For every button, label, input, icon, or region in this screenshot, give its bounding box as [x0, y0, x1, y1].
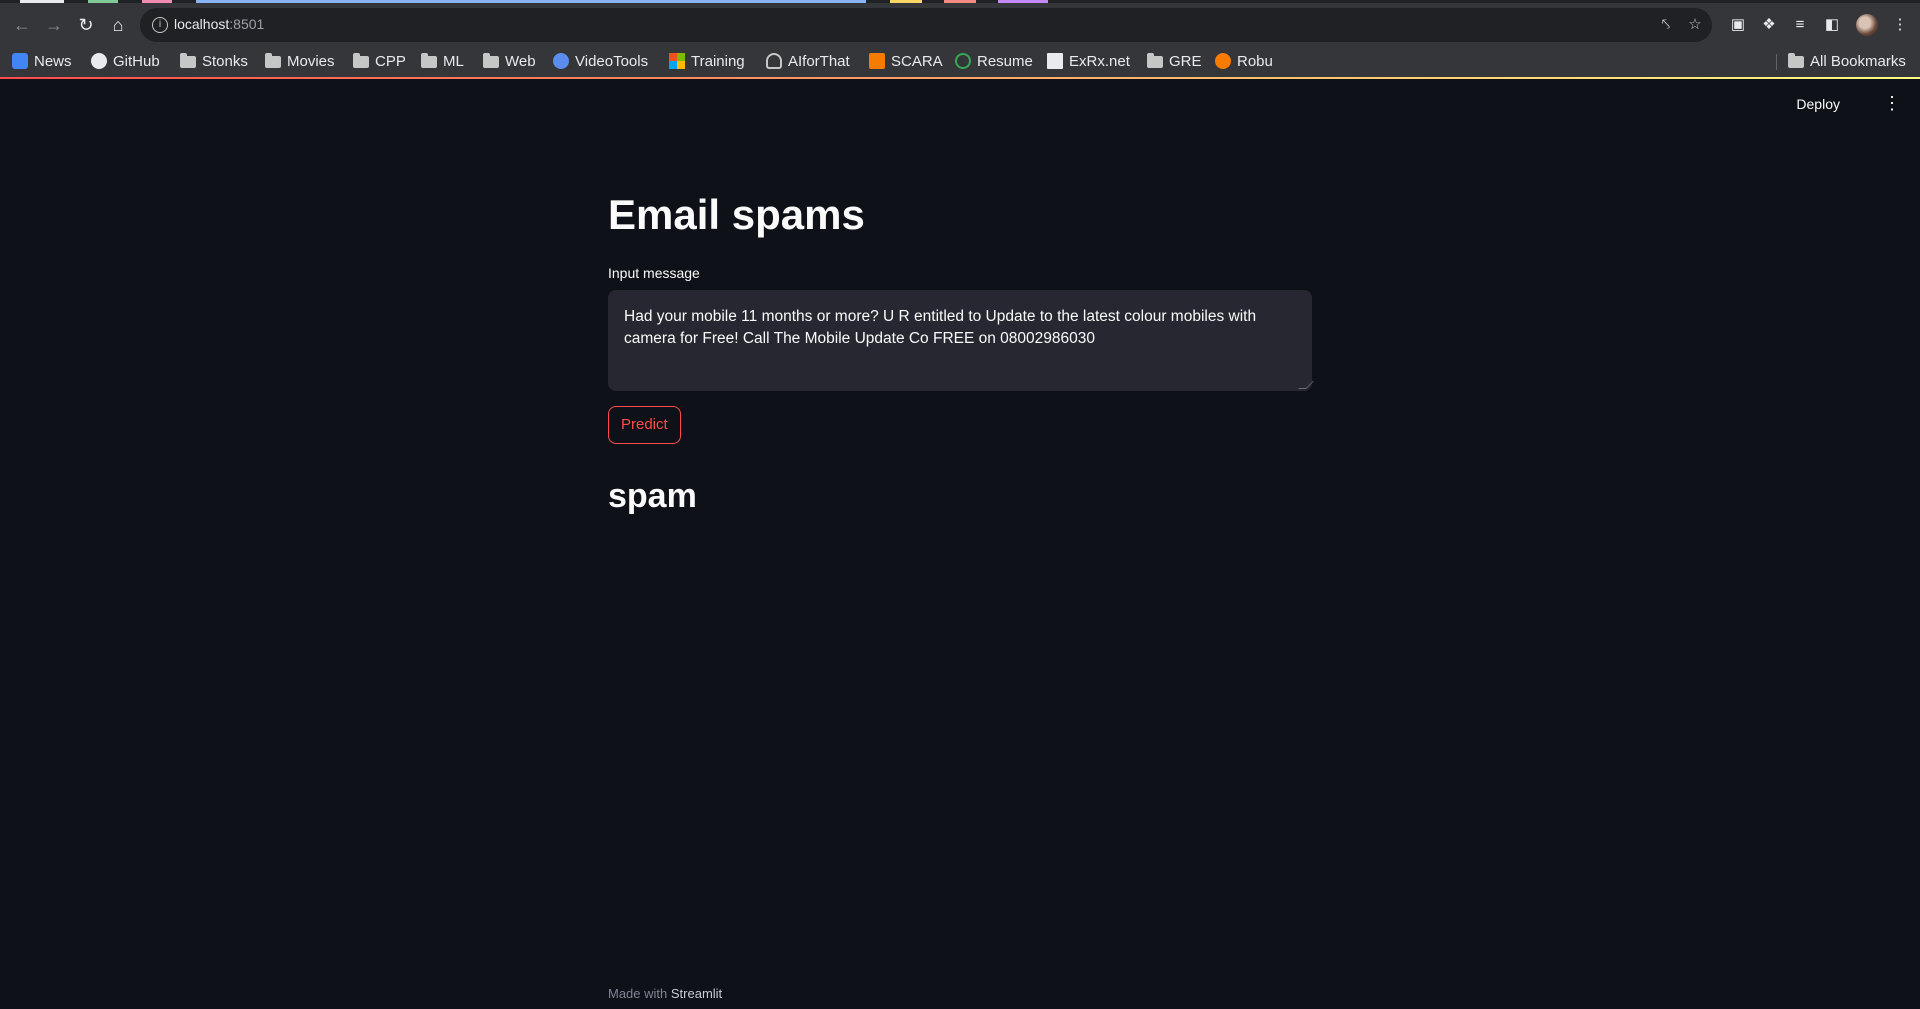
github-icon — [91, 53, 107, 69]
folder-icon — [1788, 53, 1804, 68]
folder-icon — [353, 53, 369, 68]
bookmark-label: GRE — [1169, 52, 1202, 70]
main-menu-icon[interactable]: ⋮ — [1882, 91, 1902, 115]
bookmark-folder-cpp[interactable]: CPP — [353, 50, 406, 72]
bookmarks-bar: News GitHub Stonks Movies CPP ML Web Vid… — [0, 44, 1920, 78]
bookmark-folder-ml[interactable]: ML — [421, 50, 464, 72]
browser-chrome: ← → ↻ ⌂ i localhost:8501 ⤣ ☆ ▣ ❖ ≡ ◧ ⋮ N… — [0, 0, 1920, 78]
bookmark-label: AIforThat — [788, 52, 850, 70]
resume-icon — [955, 53, 971, 69]
url-text[interactable]: localhost:8501 — [174, 16, 264, 32]
folder-icon — [265, 53, 281, 68]
folder-icon — [483, 53, 499, 68]
microsoft-icon — [669, 53, 685, 69]
footer-prefix: Made with — [608, 986, 668, 1001]
side-panel-icon[interactable]: ◧ — [1822, 15, 1842, 35]
streamlit-app: Deploy ⋮ Email spams Input message Had y… — [0, 79, 1920, 1009]
bookmark-label: Web — [505, 52, 536, 70]
all-bookmarks-label: All Bookmarks — [1810, 52, 1906, 70]
bookmark-label: GitHub — [113, 52, 160, 70]
reload-icon[interactable]: ↻ — [72, 11, 100, 39]
bookmark-label: Training — [691, 52, 745, 70]
bookmark-label: CPP — [375, 52, 406, 70]
address-bar[interactable]: i localhost:8501 ⤣ ☆ — [140, 8, 1712, 42]
bookmark-folder-stonks[interactable]: Stonks — [180, 50, 248, 72]
bookmark-videotools[interactable]: VideoTools — [553, 50, 648, 72]
bookmark-training[interactable]: Training — [669, 50, 745, 72]
extensions-icon[interactable]: ❖ — [1759, 15, 1779, 35]
bookmark-label: Movies — [287, 52, 335, 70]
bookmark-label: Robu — [1237, 52, 1273, 70]
back-icon[interactable]: ← — [8, 11, 36, 39]
bookmark-label: News — [34, 52, 72, 70]
profile-avatar[interactable] — [1856, 14, 1878, 36]
message-text[interactable]: Had your mobile 11 months or more? U R e… — [624, 308, 1256, 347]
news-icon — [12, 53, 28, 69]
bookmark-exrx[interactable]: ExRx.net — [1047, 50, 1130, 72]
robu-icon — [1215, 53, 1231, 69]
folder-icon — [1147, 53, 1163, 68]
bookmark-robu[interactable]: Robu — [1215, 50, 1273, 72]
bookmark-label: VideoTools — [575, 52, 649, 70]
bookmarks-divider — [1776, 54, 1777, 70]
home-icon[interactable]: ⌂ — [104, 11, 132, 39]
deploy-button[interactable]: Deploy — [1792, 92, 1844, 116]
bookmark-label: ExRx.net — [1069, 52, 1130, 70]
scara-icon — [869, 53, 885, 69]
all-bookmarks-button[interactable]: All Bookmarks — [1788, 50, 1906, 72]
bookmark-folder-gre[interactable]: GRE — [1147, 50, 1202, 72]
bookmark-label: ML — [443, 52, 464, 70]
bookmark-resume[interactable]: Resume — [955, 50, 1033, 72]
aiforthat-icon — [766, 53, 782, 69]
resize-handle[interactable] — [1298, 381, 1314, 389]
exrx-icon — [1047, 53, 1063, 69]
footer: Made with Streamlit — [608, 986, 722, 1001]
site-info-icon[interactable]: i — [152, 17, 168, 33]
browser-toolbar: ← → ↻ ⌂ i localhost:8501 ⤣ ☆ ▣ ❖ ≡ ◧ ⋮ — [0, 3, 1920, 44]
bookmark-aiforthat[interactable]: AIforThat — [766, 50, 850, 72]
bookmark-label: Stonks — [202, 52, 248, 70]
folder-icon — [421, 53, 437, 68]
reading-list-icon[interactable]: ≡ — [1790, 15, 1810, 35]
bookmark-news[interactable]: News — [12, 50, 72, 72]
videotools-icon — [553, 53, 569, 69]
bookmark-folder-movies[interactable]: Movies — [265, 50, 335, 72]
predict-button[interactable]: Predict — [608, 406, 681, 444]
prediction-result: spam — [608, 477, 697, 515]
forward-icon[interactable]: → — [40, 11, 68, 39]
message-textarea[interactable]: Had your mobile 11 months or more? U R e… — [608, 290, 1314, 391]
bookmark-scara[interactable]: SCARA — [869, 50, 943, 72]
bookmark-label: SCARA — [891, 52, 943, 70]
streamlit-link[interactable]: Streamlit — [671, 986, 722, 1001]
bookmark-github[interactable]: GitHub — [91, 50, 160, 72]
folder-icon — [180, 53, 196, 68]
input-label: Input message — [608, 265, 700, 281]
tab-search-icon[interactable]: ▣ — [1728, 15, 1748, 35]
page-title: Email spams — [608, 191, 865, 238]
browser-menu-icon[interactable]: ⋮ — [1890, 15, 1910, 35]
bookmark-label: Resume — [977, 52, 1033, 70]
bookmark-star-icon[interactable]: ☆ — [1685, 15, 1705, 35]
share-icon[interactable]: ⤣ — [1656, 15, 1676, 35]
bookmark-folder-web[interactable]: Web — [483, 50, 536, 72]
